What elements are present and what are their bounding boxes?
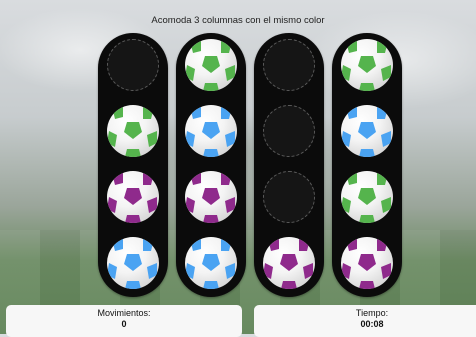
time-value: 00:08: [360, 319, 384, 329]
blue-soccer-ball-icon[interactable]: [185, 237, 237, 289]
green-soccer-ball-icon[interactable]: [341, 39, 393, 91]
empty-slot: [107, 39, 159, 91]
time-panel: Tiempo: 00:08: [254, 305, 476, 337]
green-soccer-ball-icon[interactable]: [107, 105, 159, 157]
purple-soccer-ball-icon[interactable]: [341, 237, 393, 289]
moves-value: 0: [121, 319, 127, 329]
moves-panel: Movimientos: 0: [6, 305, 242, 337]
purple-soccer-ball-icon[interactable]: [185, 171, 237, 223]
moves-label: Movimientos:: [97, 308, 151, 318]
tube-4[interactable]: [332, 33, 402, 297]
empty-slot: [263, 171, 315, 223]
blue-soccer-ball-icon[interactable]: [341, 105, 393, 157]
blue-soccer-ball-icon[interactable]: [107, 237, 159, 289]
time-label: Tiempo:: [355, 308, 389, 318]
blue-soccer-ball-icon[interactable]: [185, 105, 237, 157]
purple-soccer-ball-icon[interactable]: [263, 237, 315, 289]
green-soccer-ball-icon[interactable]: [185, 39, 237, 91]
empty-slot: [263, 105, 315, 157]
tube-1[interactable]: [98, 33, 168, 297]
purple-soccer-ball-icon[interactable]: [107, 171, 159, 223]
empty-slot: [263, 39, 315, 91]
green-soccer-ball-icon[interactable]: [341, 171, 393, 223]
instruction-title: Acomoda 3 columnas con el mismo color: [151, 15, 325, 26]
tube-2[interactable]: [176, 33, 246, 297]
tube-3[interactable]: [254, 33, 324, 297]
